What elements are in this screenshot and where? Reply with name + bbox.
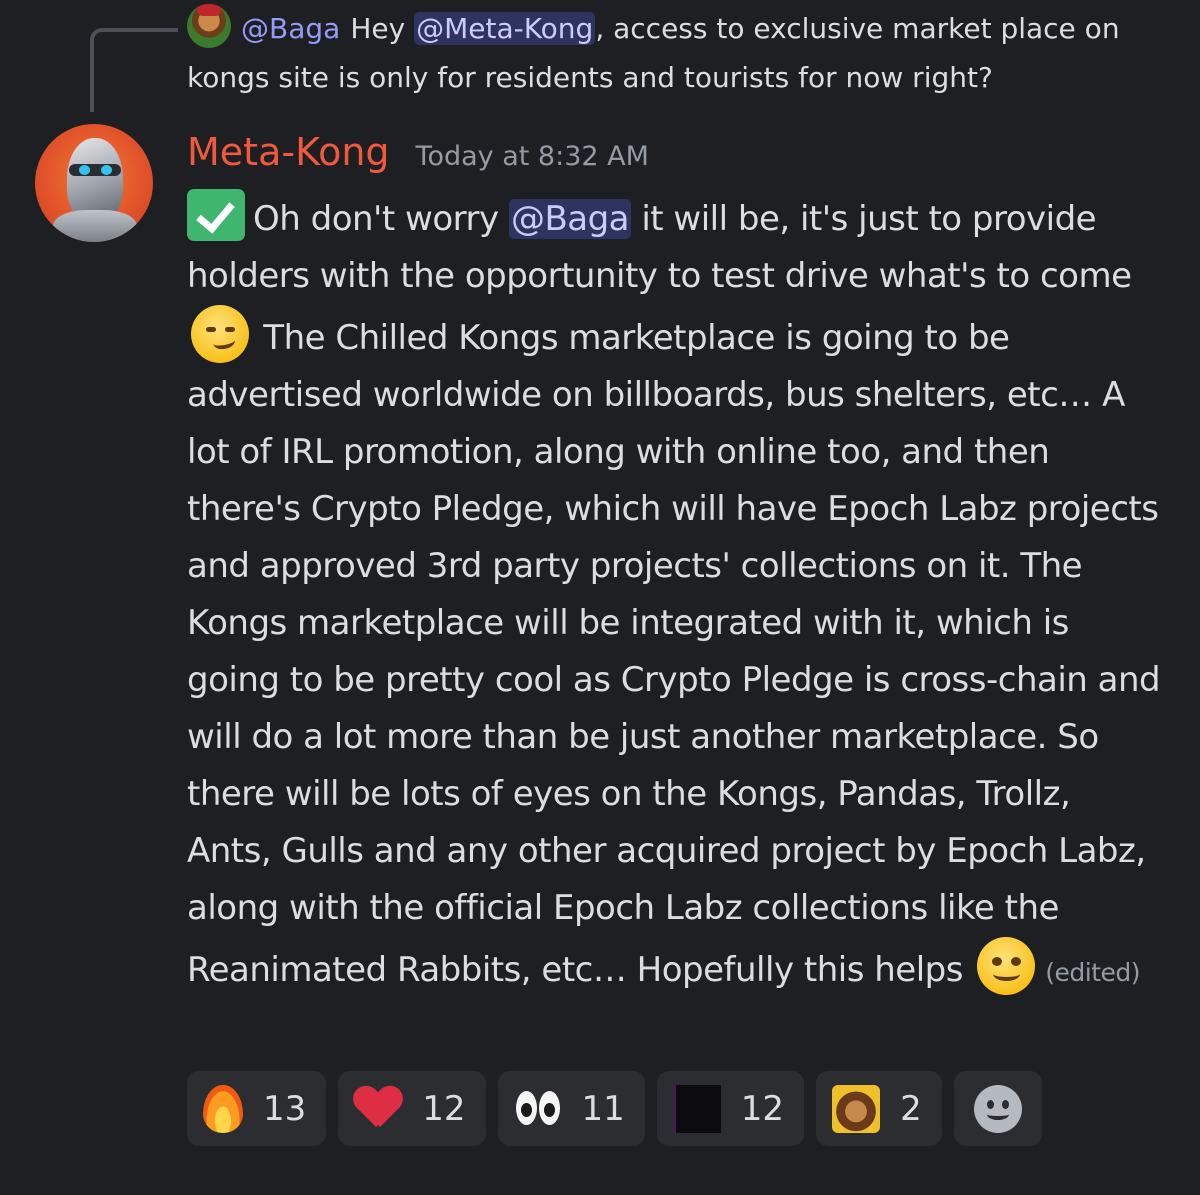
reply-mention[interactable]: @Meta-Kong [414, 12, 596, 45]
reply-text-before: Hey [350, 12, 415, 45]
custom-kong-emoji-icon [832, 1084, 881, 1133]
reaction-count: 2 [900, 1088, 922, 1129]
message-header: Meta-Kong Today at 8:32 AM [187, 130, 649, 190]
fire-icon [203, 1084, 243, 1133]
custom-dark-emoji-icon [672, 1084, 721, 1133]
white-check-mark-icon [187, 189, 245, 241]
reaction-count: 12 [422, 1088, 466, 1129]
avatar-body [53, 210, 137, 242]
add-reaction-icon [973, 1084, 1022, 1133]
reply-username[interactable]: @Baga [241, 12, 340, 45]
edited-label: (edited) [1045, 958, 1141, 987]
reply-reference[interactable]: @Baga Hey @Meta-Kong, access to exclusive… [187, 4, 1167, 102]
message-mention[interactable]: @Baga [508, 199, 632, 239]
avatar-visor [69, 164, 121, 176]
message-timestamp[interactable]: Today at 8:32 AM [416, 141, 649, 172]
smirk-icon [191, 305, 249, 363]
message-segment-3: The Chilled Kongs marketplace is going t… [187, 318, 1161, 990]
heart-icon [354, 1087, 402, 1131]
reaction-fire[interactable]: 13 [187, 1071, 327, 1146]
slightly-smiling-face-icon [977, 937, 1036, 995]
reaction-custom-kong[interactable]: 2 [816, 1071, 942, 1146]
reaction-count: 13 [263, 1088, 307, 1129]
reaction-count: 11 [581, 1088, 625, 1129]
reaction-heart[interactable]: 12 [338, 1071, 486, 1146]
avatar-eye [101, 165, 112, 175]
eyes-icon [514, 1085, 562, 1133]
reply-avatar[interactable] [187, 4, 231, 48]
author-avatar[interactable] [35, 124, 153, 242]
reactions-bar: 13 12 11 12 2 [187, 1071, 1042, 1146]
reaction-custom-dark[interactable]: 12 [656, 1071, 805, 1146]
add-reaction-button[interactable] [953, 1071, 1042, 1146]
message-content: Oh don't worry @Baga it will be, it's ju… [187, 189, 1162, 1001]
reaction-eyes[interactable]: 11 [497, 1071, 645, 1146]
author-username[interactable]: Meta-Kong [187, 130, 390, 174]
reply-spine [90, 28, 178, 112]
reaction-count: 12 [740, 1088, 785, 1129]
avatar-eye [79, 165, 90, 175]
message-segment-1: Oh don't worry [253, 199, 509, 239]
